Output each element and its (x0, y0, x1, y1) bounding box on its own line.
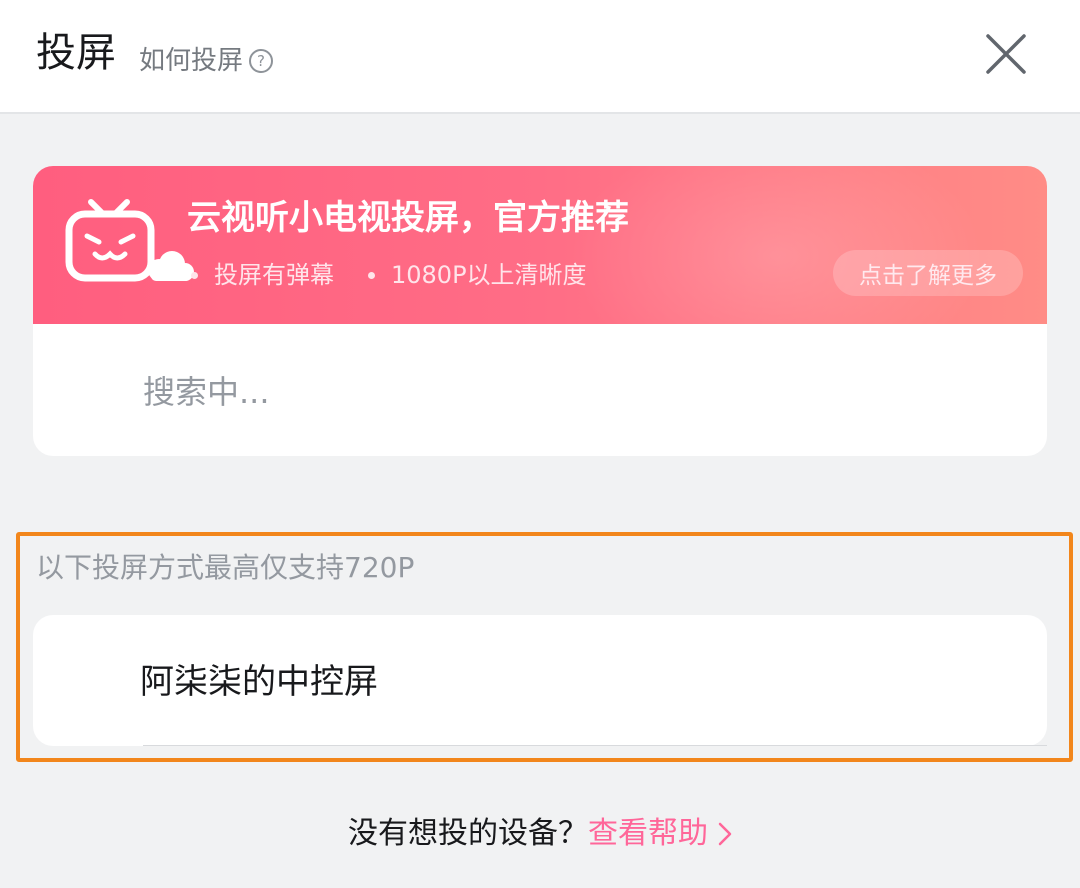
promo-features: 投屏有弹幕 1080P以上清晰度 (191, 258, 587, 292)
help-link[interactable]: 查看帮助 (588, 812, 732, 856)
cloud-icon (148, 251, 194, 281)
footer-question: 没有想投的设备？ (348, 816, 588, 851)
feature-label: 投屏有弹幕 (214, 261, 334, 289)
how-to-cast-link[interactable]: 如何投屏 ? (139, 44, 274, 78)
how-to-cast-label: 如何投屏 (139, 46, 244, 76)
divider (143, 745, 1047, 746)
device-name: 阿柒柒的中控屏 (140, 662, 378, 702)
footer-help: 没有想投的设备？ 查看帮助 (0, 812, 1080, 856)
feature-item: 投屏有弹幕 (191, 258, 334, 292)
close-button[interactable] (982, 30, 1030, 78)
help-link-label: 查看帮助 (588, 816, 708, 851)
bullet-dot (191, 271, 198, 279)
feature-label: 1080P以上清晰度 (391, 261, 587, 289)
close-icon (986, 34, 1026, 74)
page-title: 投屏 (36, 30, 116, 76)
device-list-item[interactable]: 阿柒柒的中控屏 (33, 615, 1047, 746)
learn-more-button[interactable]: 点击了解更多 (833, 250, 1023, 296)
help-circle-icon: ? (249, 49, 274, 73)
header-bar: 投屏 如何投屏 ? (0, 0, 1080, 114)
cast-card: 云视听小电视投屏，官方推荐 投屏有弹幕 1080P以上清晰度 点击了解更多 搜索… (33, 166, 1047, 456)
section-note: 以下投屏方式最高仅支持720P (36, 551, 415, 584)
promo-banner[interactable]: 云视听小电视投屏，官方推荐 投屏有弹幕 1080P以上清晰度 点击了解更多 (33, 166, 1047, 386)
feature-item: 1080P以上清晰度 (368, 258, 587, 292)
tv-logo-icon (65, 199, 194, 282)
bullet-dot (368, 271, 375, 279)
chevron-right-icon (718, 822, 732, 846)
search-status: 搜索中... (143, 373, 270, 411)
promo-title: 云视听小电视投屏，官方推荐 (187, 198, 629, 238)
